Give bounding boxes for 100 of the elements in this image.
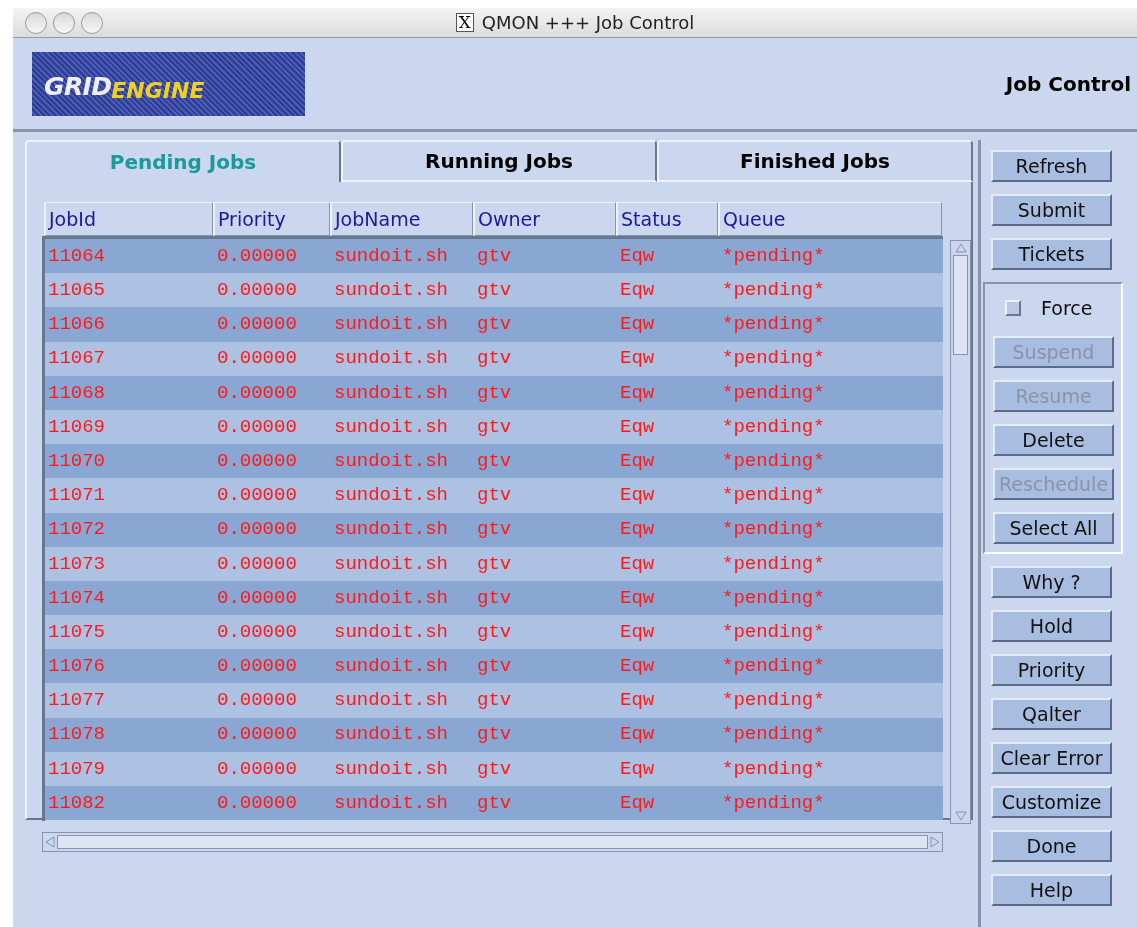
table-cell-text: *pending* — [722, 243, 825, 269]
table-cell-text: Eqw — [620, 585, 655, 611]
table-cell-text: Eqw — [620, 483, 655, 509]
table-cell-text: gtv — [477, 448, 512, 474]
table-cell-text: *pending* — [722, 517, 825, 543]
table-cell-text: Eqw — [620, 551, 655, 577]
table-cell-text: 0.00000 — [217, 483, 297, 509]
column-header[interactable]: Queue — [718, 202, 942, 236]
table-cell-text: gtv — [477, 243, 512, 269]
table-cell-text: sundoit.sh — [334, 756, 449, 782]
table-cell-text: 0.00000 — [217, 722, 297, 748]
action-button[interactable]: Select All — [993, 512, 1114, 544]
table-cell-text: gtv — [477, 483, 512, 509]
table-cell-text: 0.00000 — [217, 654, 297, 680]
column-header[interactable]: Owner — [473, 202, 616, 236]
window-control-icon[interactable] — [81, 11, 103, 34]
table-cell-text: 11076 — [48, 654, 105, 680]
right-arrow-icon[interactable] — [930, 836, 940, 848]
table-cell-text: *pending* — [722, 585, 825, 611]
table-cell-text: sundoit.sh — [334, 278, 449, 304]
table-cell-text: *pending* — [722, 722, 825, 748]
table-cell-text: Eqw — [620, 790, 655, 816]
table-cell-text: gtv — [477, 585, 512, 611]
table-cell-text: 11082 — [48, 790, 105, 816]
action-button[interactable]: Delete — [993, 424, 1114, 456]
table-cell-text: gtv — [477, 312, 512, 338]
table-cell-text: *pending* — [722, 756, 825, 782]
table-cell-text: gtv — [477, 722, 512, 748]
table-cell-text: sundoit.sh — [334, 551, 449, 577]
table-cell-text: sundoit.sh — [334, 312, 449, 338]
x-icon: X — [455, 13, 474, 32]
table-cell-text: 0.00000 — [217, 688, 297, 714]
table-cell-text: 11069 — [48, 414, 105, 440]
table-cell-text: gtv — [477, 278, 512, 304]
table-cell-text: 0.00000 — [217, 756, 297, 782]
action-button[interactable]: Hold — [991, 610, 1112, 642]
action-button[interactable]: Priority — [991, 654, 1112, 686]
action-button[interactable]: Clear Error — [991, 742, 1112, 774]
vertical-scrollbar[interactable] — [950, 240, 971, 824]
table-cell-text: sundoit.sh — [334, 414, 449, 440]
table-cell-text: Eqw — [620, 722, 655, 748]
table-cell-text: 11074 — [48, 585, 105, 611]
table-cell-text: gtv — [477, 790, 512, 816]
scrollbar-thumb[interactable] — [953, 255, 968, 355]
table-cell-text: *pending* — [722, 483, 825, 509]
table-cell-text: sundoit.sh — [334, 722, 449, 748]
action-button[interactable]: Tickets — [991, 238, 1112, 270]
table-cell-text: Eqw — [620, 346, 655, 372]
table-cell-text: gtv — [477, 619, 512, 645]
table-cell-text: Eqw — [620, 654, 655, 680]
checkbox[interactable] — [1005, 300, 1021, 316]
table-cell-text: Eqw — [620, 278, 655, 304]
horizontal-scrollbar[interactable] — [42, 832, 943, 852]
table-cell-text: 11075 — [48, 619, 105, 645]
action-button[interactable]: Submit — [991, 194, 1112, 226]
table-cell-text: Eqw — [620, 380, 655, 406]
down-arrow-icon[interactable] — [954, 811, 967, 821]
table-cell-text: sundoit.sh — [334, 243, 449, 269]
scrollbar-thumb[interactable] — [57, 835, 928, 849]
column-header[interactable]: JobName — [330, 202, 473, 236]
table-cell-text: gtv — [477, 654, 512, 680]
action-button[interactable]: Done — [991, 830, 1112, 862]
action-button[interactable]: Customize — [991, 786, 1112, 818]
table-cell-text: 11077 — [48, 688, 105, 714]
table-cell-text: Eqw — [620, 688, 655, 714]
table-cell-text: 11071 — [48, 483, 105, 509]
table-cell-text: gtv — [477, 414, 512, 440]
up-arrow-icon[interactable] — [954, 243, 967, 253]
table-cell-text: gtv — [477, 346, 512, 372]
table-cell-text: 11079 — [48, 756, 105, 782]
checkbox-label: Force — [1041, 295, 1093, 321]
column-header[interactable]: Priority — [213, 202, 330, 236]
table-cell-text: sundoit.sh — [334, 448, 449, 474]
left-arrow-icon[interactable] — [45, 836, 55, 848]
table-cell-text: Eqw — [620, 243, 655, 269]
table-cell-text: 0.00000 — [217, 619, 297, 645]
column-header[interactable]: JobId — [44, 202, 213, 236]
table-cell-text: gtv — [477, 756, 512, 782]
table-cell-text: Eqw — [620, 756, 655, 782]
table-cell-text: sundoit.sh — [334, 688, 449, 714]
table-cell-text: 11070 — [48, 448, 105, 474]
table-cell-text: sundoit.sh — [334, 517, 449, 543]
action-button[interactable]: Refresh — [991, 150, 1112, 182]
table-cell-text: 11065 — [48, 278, 105, 304]
table-cell-text: 0.00000 — [217, 790, 297, 816]
window-control-icon[interactable] — [53, 11, 75, 34]
tab[interactable]: Running Jobs — [341, 140, 657, 182]
tab[interactable]: Finished Jobs — [657, 140, 973, 182]
table-cell-text: 11068 — [48, 380, 105, 406]
action-button[interactable]: Help — [991, 874, 1112, 906]
table-cell-text: gtv — [477, 517, 512, 543]
table-cell-text: sundoit.sh — [334, 346, 449, 372]
action-button[interactable]: Qalter — [991, 698, 1112, 730]
table-cell-text: sundoit.sh — [334, 619, 449, 645]
window-control-icon[interactable] — [25, 11, 47, 34]
table-cell-text: 11064 — [48, 243, 105, 269]
table-cell-text: sundoit.sh — [334, 585, 449, 611]
action-button[interactable]: Why ? — [991, 566, 1112, 598]
column-header[interactable]: Status — [616, 202, 718, 236]
table-cell-text: 0.00000 — [217, 551, 297, 577]
